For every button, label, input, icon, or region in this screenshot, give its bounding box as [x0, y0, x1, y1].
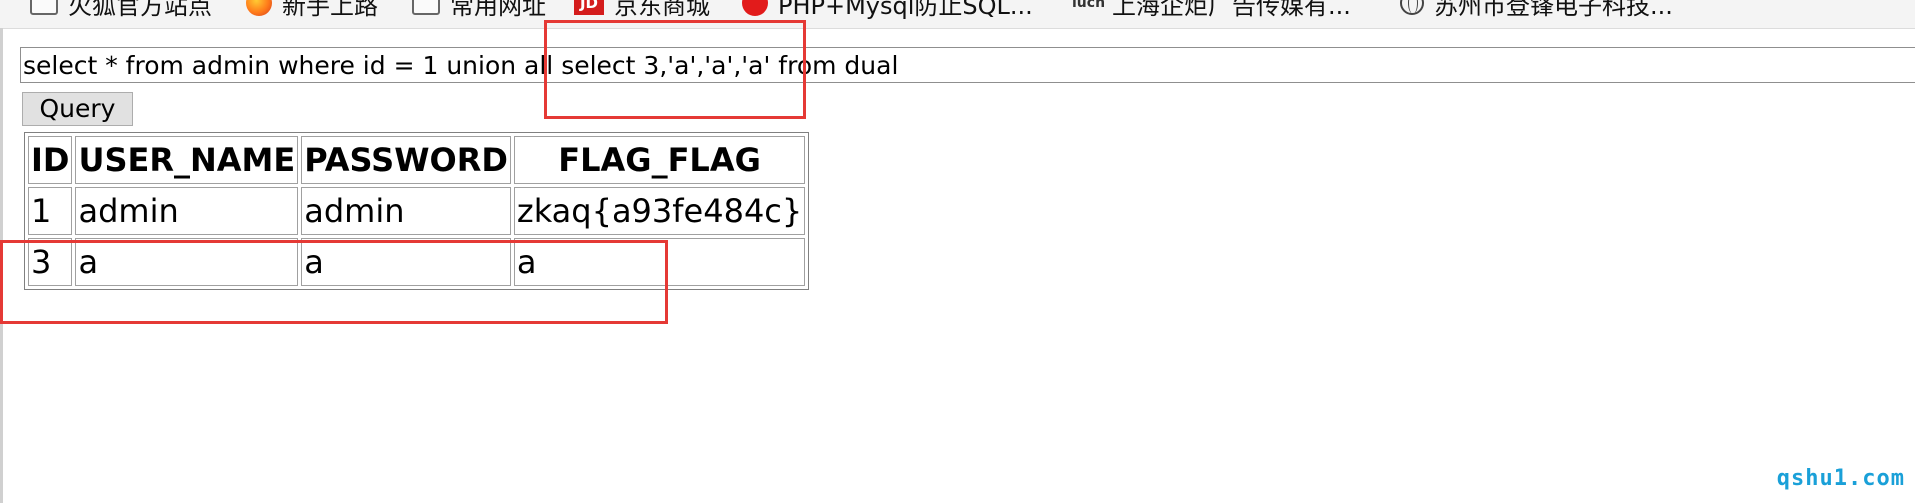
folder-icon	[30, 0, 58, 15]
query-button[interactable]: Query	[22, 92, 133, 126]
cell-id: 1	[28, 187, 73, 235]
bookmark-label: 新手上路	[282, 0, 378, 20]
bookmark-getting-started[interactable]: 新手上路	[246, 0, 378, 20]
cell-flag: a	[513, 238, 806, 286]
cell-user-name: admin	[75, 187, 299, 235]
bookmark-label: 苏州市登锋电子科技...	[1434, 0, 1673, 20]
jd-icon: JD	[574, 0, 604, 15]
sql-query-input[interactable]	[20, 47, 1915, 83]
firefox-icon	[246, 0, 272, 16]
bookmarks-bar: 火狐官方站点 新手上路 常用网址 JD 京东商城 PHP+Mysql防止SQL.…	[0, 0, 1915, 29]
bookmark-label: 上海企炬广告传媒有...	[1112, 0, 1351, 20]
bookmark-common-sites[interactable]: 常用网址	[412, 0, 546, 20]
php-icon	[742, 0, 768, 16]
table-row: 1 admin admin zkaq{a93fe484c}	[28, 187, 806, 235]
bookmark-firefox-official[interactable]: 火狐官方站点	[30, 0, 212, 20]
watermark: qshu1.com	[1776, 466, 1905, 491]
cell-password: a	[301, 238, 511, 286]
bookmark-label: 京东商城	[614, 0, 710, 20]
result-table: ID USER_NAME PASSWORD FLAG_FLAG 1 admin …	[24, 132, 810, 290]
bookmark-suzhou-electronics[interactable]: 苏州市登锋电子科技...	[1400, 0, 1673, 20]
browser-page: 火狐官方站点 新手上路 常用网址 JD 京东商城 PHP+Mysql防止SQL.…	[0, 0, 1915, 503]
column-header-flag: FLAG_FLAG	[513, 136, 806, 184]
bookmark-php-mysql[interactable]: PHP+Mysql防止SQL...	[742, 0, 1033, 20]
cell-id: 3	[28, 238, 73, 286]
cell-password: admin	[301, 187, 511, 235]
cell-flag: zkaq{a93fe484c}	[513, 187, 806, 235]
table-row: 3 a a a	[28, 238, 806, 286]
bookmark-jd-mall[interactable]: JD 京东商城	[574, 0, 710, 20]
bookmark-label: 常用网址	[450, 0, 546, 20]
cell-user-name: a	[75, 238, 299, 286]
column-header-user-name: USER_NAME	[75, 136, 299, 184]
bookmark-label: 火狐官方站点	[68, 0, 212, 20]
column-header-password: PASSWORD	[301, 136, 511, 184]
column-header-id: ID	[28, 136, 73, 184]
table-header-row: ID USER_NAME PASSWORD FLAG_FLAG	[28, 136, 806, 184]
iucn-icon: iucn	[1072, 0, 1106, 11]
bookmark-label: PHP+Mysql防止SQL...	[778, 0, 1033, 20]
globe-icon	[1400, 0, 1424, 15]
folder-icon	[412, 0, 440, 15]
bookmark-shanghai-media[interactable]: iucn 上海企炬广告传媒有...	[1072, 0, 1351, 20]
window-edge	[0, 28, 3, 503]
